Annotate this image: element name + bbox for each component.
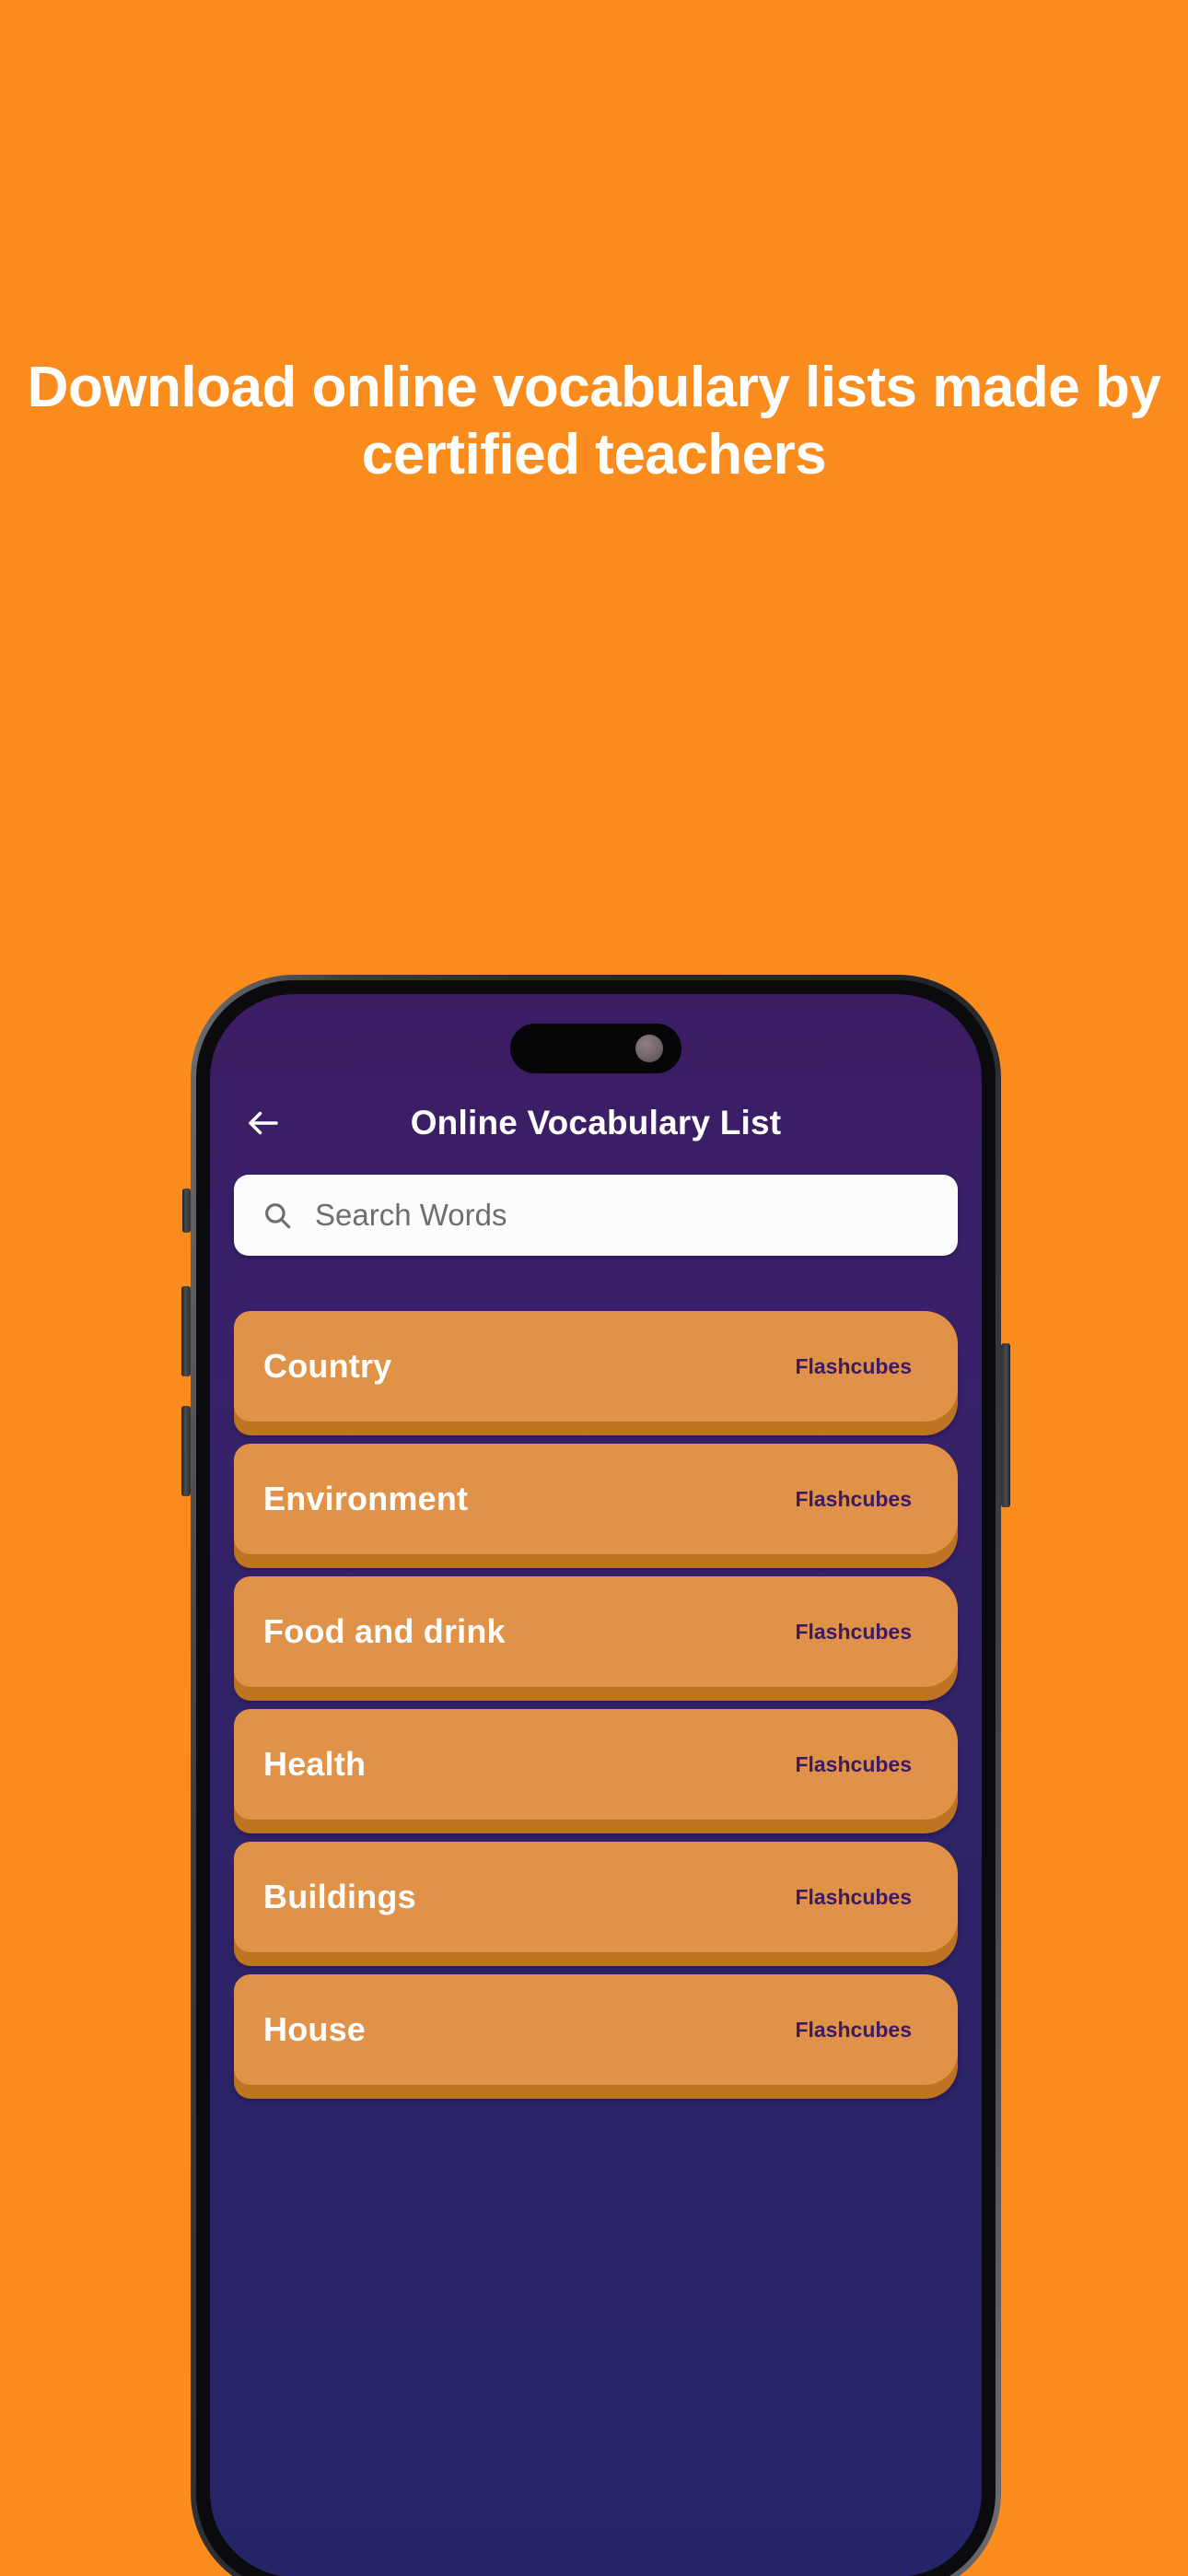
card-title: Environment: [263, 1480, 469, 1517]
vocabulary-list[interactable]: Country Flashcubes Environment Flashcube…: [210, 1289, 982, 2576]
card-title: Country: [263, 1347, 392, 1385]
card-source-tag: Flashcubes: [795, 2017, 912, 2042]
card-source-tag: Flashcubes: [795, 1751, 912, 1776]
search-bar: Search Words: [210, 1175, 982, 1256]
search-input-container[interactable]: Search Words: [234, 1175, 958, 1256]
vocabulary-card[interactable]: Environment Flashcubes: [234, 1444, 958, 1554]
card-source-tag: Flashcubes: [795, 1619, 912, 1644]
card-title: Health: [263, 1745, 367, 1783]
list-item-slot: House Flashcubes: [234, 1952, 958, 2085]
card-source-tag: Flashcubes: [795, 1353, 912, 1378]
card-source-tag: Flashcubes: [795, 1884, 912, 1909]
phone-bezel: Online Vocabulary List Search Words Coun…: [196, 980, 996, 2576]
list-item-slot: Buildings Flashcubes: [234, 1820, 958, 1952]
dynamic-island: [510, 1024, 681, 1073]
phone-mockup: Online Vocabulary List Search Words Coun…: [181, 975, 1010, 2576]
back-button[interactable]: [241, 1101, 285, 1145]
page-headline: Download online vocabulary lists made by…: [27, 356, 1161, 487]
search-icon: [262, 1200, 293, 1231]
vocabulary-card[interactable]: Food and drink Flashcubes: [234, 1576, 958, 1687]
volume-down-button[interactable]: [181, 1406, 191, 1496]
front-camera-icon: [635, 1035, 663, 1062]
vocabulary-card[interactable]: House Flashcubes: [234, 1974, 958, 2085]
app-bar: Online Vocabulary List: [210, 1084, 982, 1162]
search-input[interactable]: Search Words: [315, 1198, 507, 1233]
card-title: Buildings: [263, 1878, 416, 1915]
list-item-slot: Health Flashcubes: [234, 1687, 958, 1820]
volume-up-button[interactable]: [181, 1286, 191, 1376]
silence-switch[interactable]: [182, 1188, 191, 1233]
phone-screen: Online Vocabulary List Search Words Coun…: [210, 994, 982, 2576]
card-title: Food and drink: [263, 1612, 506, 1650]
arrow-left-icon: [244, 1104, 283, 1142]
page-title: Online Vocabulary List: [410, 1104, 782, 1142]
vocabulary-card[interactable]: Health Flashcubes: [234, 1709, 958, 1820]
vocabulary-card[interactable]: Buildings Flashcubes: [234, 1842, 958, 1952]
card-source-tag: Flashcubes: [795, 1486, 912, 1511]
list-item-slot: Food and drink Flashcubes: [234, 1554, 958, 1687]
list-item-slot: Country Flashcubes: [234, 1289, 958, 1422]
card-title: House: [263, 2010, 367, 2048]
list-item-slot: Environment Flashcubes: [234, 1422, 958, 1554]
vocabulary-card[interactable]: Country Flashcubes: [234, 1311, 958, 1422]
power-button[interactable]: [1001, 1343, 1010, 1507]
